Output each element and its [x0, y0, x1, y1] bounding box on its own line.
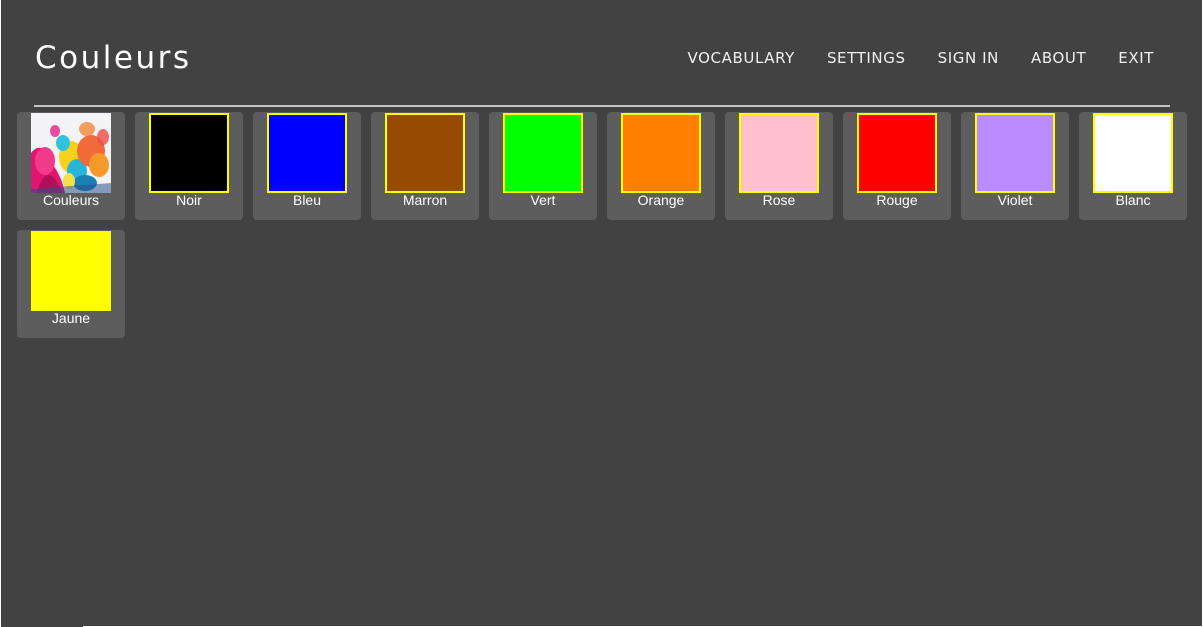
color-swatch [149, 113, 229, 193]
color-tile-grid: Couleurs Noir Bleu Marron Vert Orange Ro… [17, 112, 1203, 338]
tile-label: Rouge [876, 192, 918, 208]
nav-vocabulary[interactable]: VOCABULARY [688, 47, 795, 69]
tile-violet[interactable]: Violet [961, 112, 1069, 220]
header-divider [34, 105, 1170, 107]
tile-bleu[interactable]: Bleu [253, 112, 361, 220]
page-title: Couleurs [35, 40, 192, 76]
app-window: Couleurs VOCABULARY SETTINGS SIGN IN ABO… [1, 0, 1203, 627]
tile-label: Jaune [51, 310, 91, 326]
tile-label: Violet [997, 192, 1033, 208]
tile-label: Orange [637, 192, 685, 208]
tile-noir[interactable]: Noir [135, 112, 243, 220]
tile-rose[interactable]: Rose [725, 112, 833, 220]
tile-label: Vert [530, 192, 556, 208]
color-swatch [503, 113, 583, 193]
color-swatch [1093, 113, 1173, 193]
paint-splash-image [31, 113, 111, 193]
tile-label: Couleurs [42, 192, 100, 208]
color-swatch [385, 113, 465, 193]
color-swatch [739, 113, 819, 193]
tile-couleurs[interactable]: Couleurs [17, 112, 125, 220]
top-nav: VOCABULARY SETTINGS SIGN IN ABOUT EXIT [656, 47, 1154, 69]
nav-sign-in[interactable]: SIGN IN [938, 47, 999, 69]
tile-label: Bleu [292, 192, 322, 208]
color-swatch [267, 113, 347, 193]
tile-rouge[interactable]: Rouge [843, 112, 951, 220]
tile-orange[interactable]: Orange [607, 112, 715, 220]
tile-marron[interactable]: Marron [371, 112, 479, 220]
color-swatch [31, 231, 111, 311]
nav-settings[interactable]: SETTINGS [827, 47, 906, 69]
tile-label: Noir [176, 192, 202, 208]
color-swatch [621, 113, 701, 193]
tile-label: Rose [762, 192, 796, 208]
color-swatch [975, 113, 1055, 193]
tile-label: Marron [402, 192, 448, 208]
tile-vert[interactable]: Vert [489, 112, 597, 220]
tile-jaune[interactable]: Jaune [17, 230, 125, 338]
color-swatch [857, 113, 937, 193]
tile-blanc[interactable]: Blanc [1079, 112, 1187, 220]
nav-exit[interactable]: EXIT [1118, 47, 1154, 69]
nav-about[interactable]: ABOUT [1031, 47, 1086, 69]
tile-label: Blanc [1115, 192, 1151, 208]
